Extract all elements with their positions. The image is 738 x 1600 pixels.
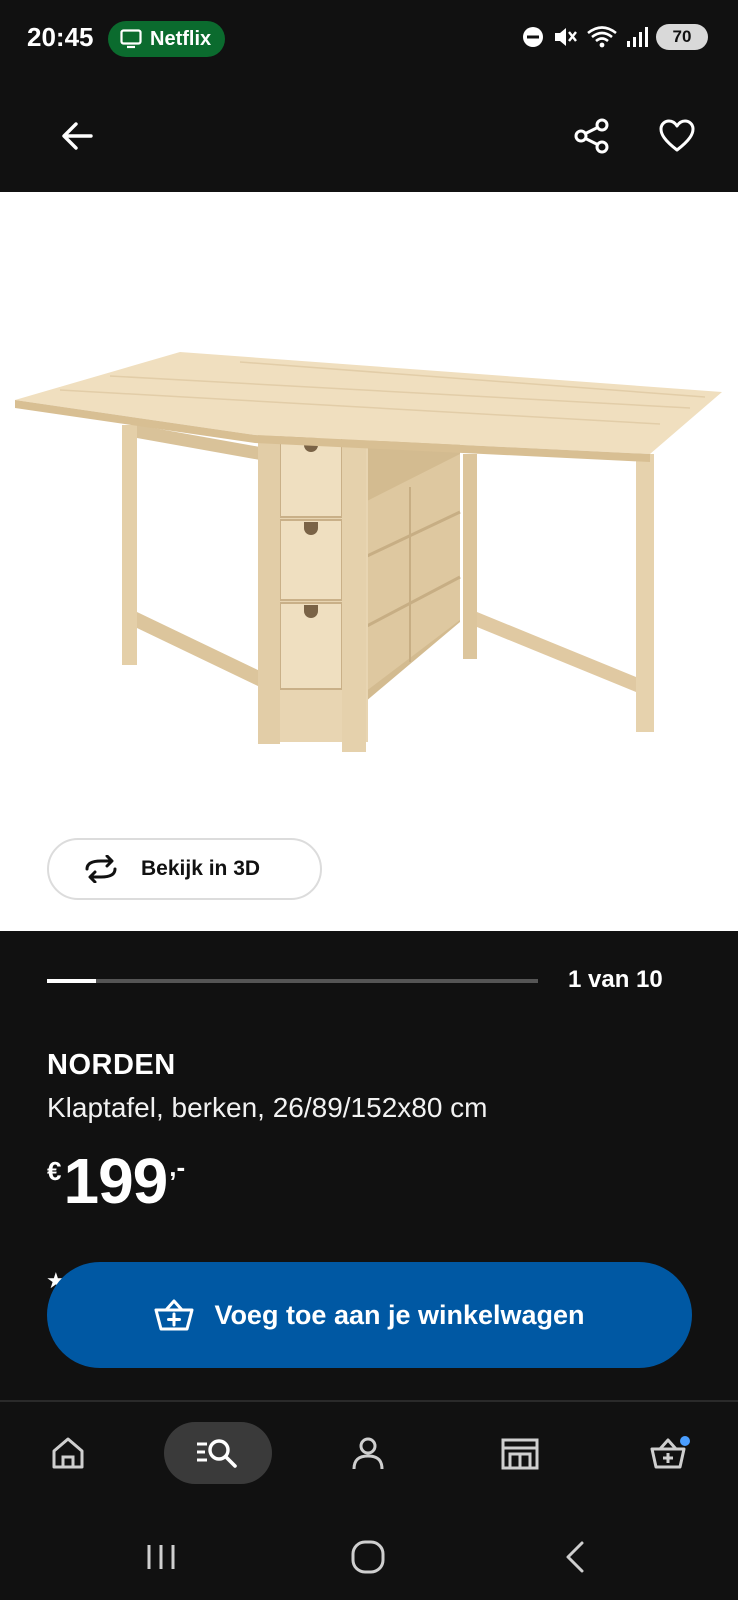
add-to-cart-label: Voeg toe aan je winkelwagen	[214, 1299, 585, 1330]
mute-icon	[555, 28, 577, 46]
home-icon	[52, 1437, 84, 1469]
view-3d-label: Bekijk in 3D	[141, 857, 261, 880]
chevron-left-icon	[566, 1541, 584, 1573]
add-to-cart-button[interactable]: Voeg toe aan je winkelwagen	[47, 1262, 692, 1368]
app-header	[0, 80, 738, 192]
battery-indicator: 70	[656, 24, 708, 50]
share-button[interactable]	[564, 108, 620, 164]
netflix-notification-pill[interactable]: Netflix	[108, 21, 226, 57]
basket-icon	[650, 1436, 690, 1469]
product-image-gallery[interactable]: Bekijk in 3D	[0, 192, 738, 931]
status-icons: 70	[522, 24, 708, 50]
product-name: NORDEN	[47, 1049, 176, 1081]
view-3d-button[interactable]: Bekijk in 3D	[47, 838, 322, 900]
nav-cart[interactable]	[642, 1422, 698, 1484]
nav-account[interactable]	[340, 1422, 396, 1484]
price-currency: €	[47, 1156, 62, 1186]
person-icon	[352, 1437, 384, 1470]
home-system-button[interactable]	[343, 1532, 393, 1582]
nav-store[interactable]	[492, 1422, 548, 1484]
gallery-page-counter: 1 van 10	[568, 966, 663, 993]
product-description: Klaptafel, berken, 26/89/152x80 cm	[47, 1092, 488, 1123]
dnd-icon	[523, 27, 543, 47]
tv-icon	[120, 29, 142, 49]
home-circle-icon	[351, 1540, 385, 1574]
recent-apps-icon	[147, 1545, 175, 1569]
basket-plus-icon	[154, 1299, 194, 1331]
recent-apps-button[interactable]	[136, 1532, 186, 1582]
gallery-progress-fill	[47, 979, 97, 983]
bottom-navigation	[0, 1402, 738, 1512]
notification-app-label: Netflix	[150, 27, 212, 50]
wifi-icon	[587, 26, 617, 48]
status-time: 20:45	[27, 22, 94, 52]
store-icon	[501, 1438, 539, 1470]
product-photo-table	[15, 352, 722, 752]
back-button[interactable]	[49, 108, 105, 164]
favorite-button[interactable]	[649, 108, 705, 164]
gallery-progress-bar	[47, 979, 538, 983]
signal-icon	[627, 27, 648, 47]
price-amount: 199	[63, 1145, 168, 1217]
search-list-icon	[197, 1439, 237, 1468]
price-suffix: ,-	[169, 1152, 186, 1182]
rotate-3d-icon	[85, 855, 117, 883]
nav-search[interactable]	[164, 1422, 272, 1484]
share-icon	[574, 118, 609, 154]
heart-icon	[659, 119, 695, 152]
back-system-button[interactable]	[550, 1532, 600, 1582]
arrow-left-icon	[62, 122, 93, 150]
battery-level: 70	[672, 27, 692, 46]
status-bar: 20:45 Netflix 70	[0, 0, 738, 80]
system-navigation-bar	[0, 1512, 738, 1600]
nav-home[interactable]	[40, 1422, 96, 1484]
product-price: € 199 ,-	[47, 1148, 185, 1214]
